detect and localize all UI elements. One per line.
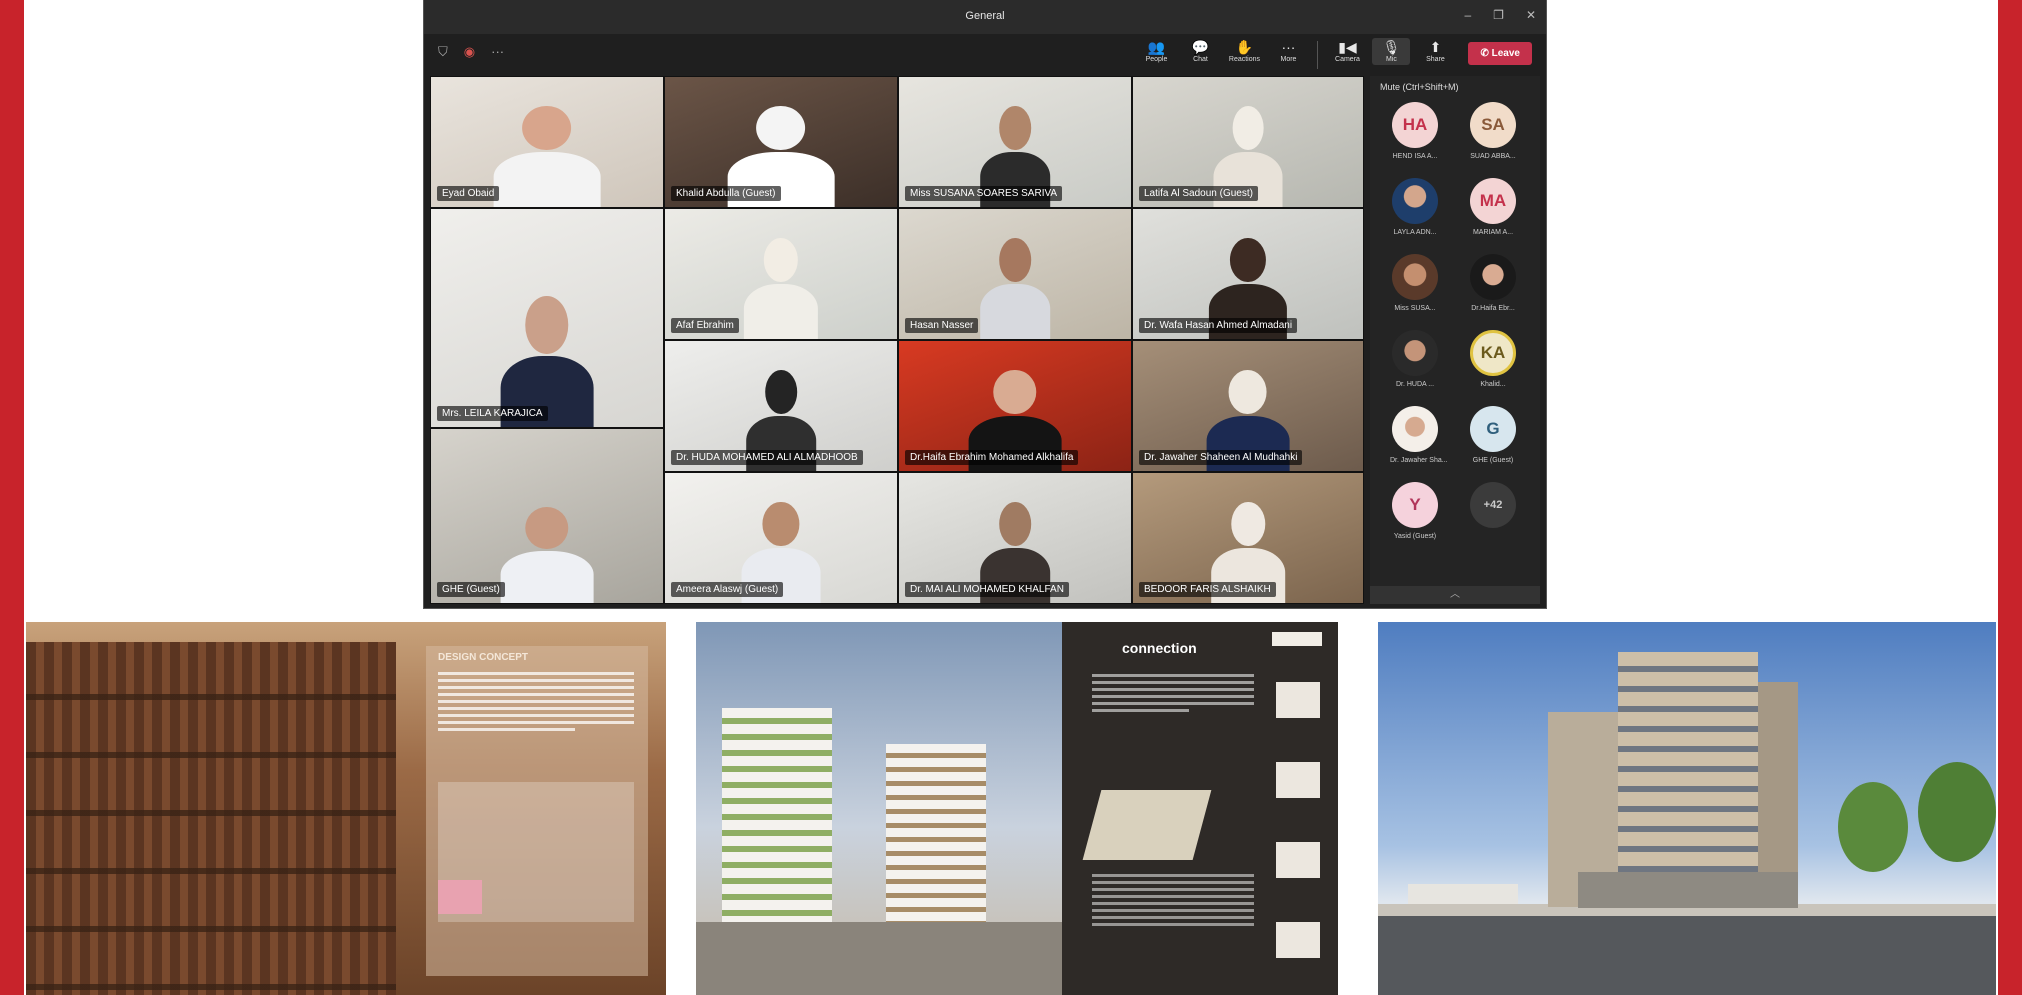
more-participants-badge[interactable]: +42 [1468,482,1518,528]
participant-name: Dr. HUDA MOHAMED ALI ALMADHOOB [671,450,863,465]
mute-tooltip: Mute (Ctrl+Shift+M) [1380,82,1459,92]
video-tile[interactable]: Dr.Haifa Ebrahim Mohamed Alkhalifa [898,340,1132,472]
record-icon[interactable]: ◉ [464,44,475,60]
connection-poster: connection [696,622,1338,995]
participant-name: Latifa Al Sadoun (Guest) [1139,186,1258,201]
reactions-button[interactable]: ✋ Reactions [1225,38,1263,63]
participant-name: Hasan Nasser [905,318,979,333]
video-tile[interactable]: Mrs. LEILA KARAJICA [430,208,664,428]
participant-avatar[interactable]: LAYLA ADN... [1390,178,1440,236]
participant-avatar[interactable]: SA SUAD ABBA... [1468,102,1518,160]
video-tile[interactable]: Dr. HUDA MOHAMED ALI ALMADHOOB [664,340,898,472]
participant-name: Afaf Ebrahim [671,318,739,333]
more-icon[interactable]: ··· [491,44,504,60]
participants-panel: Mute (Ctrl+Shift+M) HA HEND ISA A... SA … [1370,76,1540,604]
participant-name: Miss SUSANA SOARES SARIVA [905,186,1063,201]
chevron-up-icon[interactable]: ︿ [1370,586,1540,604]
window-controls: – ❐ ✕ [1464,8,1536,22]
more-button[interactable]: ··· More [1269,38,1307,63]
video-tile[interactable]: GHE (Guest) [430,428,664,604]
participant-avatar[interactable]: Y Yasid (Guest) [1390,482,1440,540]
video-tile[interactable]: Dr. Jawaher Shaheen Al Mudhahki [1132,340,1364,472]
design-concept-title: DESIGN CONCEPT [438,652,529,663]
video-tile[interactable]: BEDOOR FARIS ALSHAIKH [1132,472,1364,604]
people-icon: 👥 [1147,39,1166,55]
right-red-border [1998,0,2022,995]
leave-button[interactable]: ✆ Leave [1468,42,1532,65]
participant-name: Ameera Alaswj (Guest) [671,582,784,597]
minimize-button[interactable]: – [1464,8,1471,22]
participant-avatar[interactable]: G GHE (Guest) [1468,406,1518,464]
video-tile[interactable]: Latifa Al Sadoun (Guest) [1132,76,1364,208]
video-tile[interactable]: Afaf Ebrahim [664,208,898,340]
participant-avatar[interactable]: KA Khalid... [1468,330,1518,388]
mic-button[interactable]: 🎙 Mic [1372,38,1411,65]
video-tile[interactable]: Dr. MAI ALI MOHAMED KHALFAN [898,472,1132,604]
participant-name: Eyad Obaid [437,186,500,201]
mic-icon: 🎙 [1382,39,1401,55]
more-actions-icon: ··· [1281,39,1296,55]
phone-icon: ✆ [1480,48,1492,59]
participant-name: Dr. Jawaher Shaheen Al Mudhahki [1139,450,1303,465]
title-bar: General – ❐ ✕ [424,0,1546,34]
participant-avatar[interactable]: Miss SUSA... [1390,254,1440,312]
people-button[interactable]: 👥 People [1137,38,1175,63]
participant-avatar[interactable]: MA MARIAM A... [1468,178,1518,236]
participant-name: Khalid Abdulla (Guest) [671,186,781,201]
participant-name: Dr. MAI ALI MOHAMED KHALFAN [905,582,1069,597]
video-tile[interactable]: Khalid Abdulla (Guest) [664,76,898,208]
participant-name: BEDOOR FARIS ALSHAIKH [1139,582,1276,597]
connection-title: connection [1122,640,1197,656]
window-title: General [965,10,1005,22]
participant-avatar[interactable]: Dr.Haifa Ebr... [1468,254,1518,312]
share-icon: ⬆ [1429,39,1442,55]
participant-name: Dr.Haifa Ebrahim Mohamed Alkhalifa [905,450,1079,465]
reactions-icon: ✋ [1235,39,1254,55]
toolbar-divider [1317,41,1319,69]
meeting-toolbar: ⛉ ◉ ··· 👥 People 💬 Chat ✋ Reactions ··· … [424,34,1546,72]
video-tile[interactable]: Dr. Wafa Hasan Ahmed Almadani [1132,208,1364,340]
shield-icon[interactable]: ⛉ [438,44,448,60]
tower-render [1378,622,1996,995]
video-tile[interactable]: Miss SUSANA SOARES SARIVA [898,76,1132,208]
participant-name: GHE (Guest) [437,582,505,597]
left-red-border [0,0,24,995]
video-tile[interactable]: Hasan Nasser [898,208,1132,340]
chat-icon: 💬 [1191,39,1210,55]
camera-button[interactable]: ▮◀ Camera [1328,38,1366,63]
share-button[interactable]: ⬆ Share [1416,38,1454,63]
camera-icon: ▮◀ [1338,39,1357,55]
participant-name: Dr. Wafa Hasan Ahmed Almadani [1139,318,1298,333]
participant-avatar[interactable]: HA HEND ISA A... [1390,102,1440,160]
video-tile[interactable]: Eyad Obaid [430,76,664,208]
video-tile[interactable]: Ameera Alaswj (Guest) [664,472,898,604]
maximize-button[interactable]: ❐ [1493,8,1504,22]
close-button[interactable]: ✕ [1526,8,1536,22]
participant-avatar[interactable]: Dr. HUDA ... [1390,330,1440,388]
building-facade-poster: DESIGN CONCEPT [26,622,666,995]
participant-name: Mrs. LEILA KARAJICA [437,406,548,421]
chat-button[interactable]: 💬 Chat [1181,38,1219,63]
teams-meeting-window: General – ❐ ✕ ⛉ ◉ ··· 👥 People 💬 Chat ✋ … [424,0,1546,608]
video-grid: Eyad Obaid Khalid Abdulla (Guest) Miss S… [430,76,1364,604]
participant-avatar[interactable]: Dr. Jawaher Sha... [1390,406,1448,464]
